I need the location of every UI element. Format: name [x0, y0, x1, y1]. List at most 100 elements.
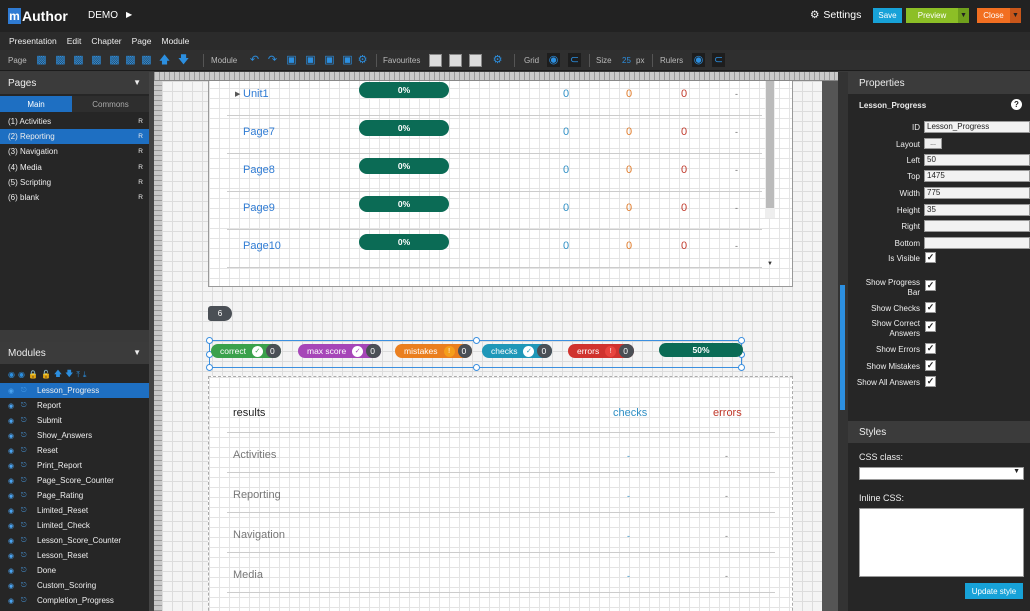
shape-module-icon[interactable] [449, 54, 462, 67]
lock-icon[interactable]: ⎋ [21, 552, 31, 560]
page-settings-icon[interactable]: ▩ [140, 53, 153, 67]
menu-presentation[interactable]: Presentation [9, 36, 57, 46]
close-button[interactable]: Close [977, 8, 1010, 23]
move-down-icon[interactable]: 🡇 [65, 368, 73, 382]
eye-icon[interactable]: ◉ [8, 432, 21, 440]
top-input[interactable]: 1475 [924, 170, 1030, 182]
is-visible-checkbox[interactable]: ✓ [925, 252, 936, 263]
canvas-scrollbar[interactable] [822, 81, 838, 611]
rulers-visibility-icon[interactable]: ◉ [692, 53, 705, 67]
resize-handle[interactable] [473, 364, 480, 371]
layout-button[interactable]: ... [924, 138, 942, 149]
report-row[interactable]: ▶ Unit1 0% 0 0 0 - [227, 81, 762, 116]
report-row[interactable]: Page8 0% 0 0 0 - [227, 154, 762, 192]
lock-icon[interactable]: ⎋ [21, 567, 31, 575]
summary-row[interactable]: Navigation - - [227, 513, 775, 553]
page-item[interactable]: (5) Scripting R [0, 175, 149, 190]
menu-edit[interactable]: Edit [67, 36, 82, 46]
module-item[interactable]: ◉ ⎋ Limited_Reset [0, 503, 149, 518]
bottom-input[interactable] [924, 237, 1030, 249]
module-item[interactable]: ◉ ⎋ Show_Answers [0, 428, 149, 443]
project-arrow-icon[interactable]: ▶ [126, 10, 132, 19]
module-item[interactable]: ◉ ⎋ Page_Rating [0, 488, 149, 503]
expand-icon[interactable]: ▶ [235, 90, 240, 98]
collapse-icon[interactable]: ▼ [133, 348, 141, 357]
show-mistakes-checkbox[interactable]: ✓ [925, 360, 936, 371]
hide-all-icon[interactable]: ◉ [18, 370, 25, 379]
show-checks-checkbox[interactable]: ✓ [925, 302, 936, 313]
summary-report-module[interactable]: results checks errors Activities - - Rep… [208, 376, 793, 611]
group-icon[interactable]: ▣ [285, 53, 298, 67]
lock-icon[interactable]: ⎋ [21, 522, 31, 530]
save-button[interactable]: Save [873, 8, 902, 23]
module-item[interactable]: ◉ ⎋ Lesson_Progress [0, 383, 149, 398]
arrange-icon[interactable]: ▣ [323, 53, 336, 67]
modules-panel-header[interactable]: Modules ▼ [0, 342, 149, 364]
paste-page-icon[interactable]: ▩ [90, 53, 103, 67]
summary-row[interactable]: Activities - - [227, 433, 775, 473]
tab-commons[interactable]: Commons [72, 96, 149, 112]
page-item[interactable]: (2) Reporting R [0, 129, 149, 145]
move-up-icon[interactable]: 🡅 [54, 368, 62, 382]
undo-icon[interactable]: ↶ [248, 53, 261, 67]
lock-icon[interactable]: ⎋ [21, 582, 31, 590]
page-canvas[interactable]: ▶ Unit1 0% 0 0 0 - Page7 0% 0 0 0 - Page… [162, 81, 822, 611]
add-page-icon[interactable]: ▩ [35, 53, 48, 67]
eye-icon[interactable]: ◉ [8, 477, 21, 485]
grid-visibility-icon[interactable]: ◉ [547, 53, 560, 67]
resize-handle[interactable] [473, 337, 480, 344]
lock-icon[interactable]: ⎋ [21, 462, 31, 470]
summary-row[interactable]: Reporting - - [227, 473, 775, 513]
resize-handle[interactable] [206, 337, 213, 344]
report-row[interactable]: Page9 0% 0 0 0 - [227, 192, 762, 230]
update-style-button[interactable]: Update style [965, 583, 1023, 599]
resize-handle[interactable] [738, 364, 745, 371]
eye-icon[interactable]: ◉ [8, 597, 21, 605]
report-scroll-thumb[interactable] [766, 81, 774, 208]
lock-icon[interactable]: ⎋ [21, 432, 31, 440]
close-dropdown-icon[interactable]: ▼ [1010, 8, 1021, 23]
menu-module[interactable]: Module [162, 36, 190, 46]
page-item[interactable]: (1) Activities R [0, 114, 149, 129]
width-input[interactable]: 775 [924, 187, 1030, 199]
rulers-snap-icon[interactable]: ⊂ [712, 53, 725, 67]
module-item[interactable]: ◉ ⎋ Submit [0, 413, 149, 428]
redo-icon[interactable]: ↷ [266, 53, 279, 67]
eye-icon[interactable]: ◉ [8, 552, 21, 560]
lock-all-icon[interactable]: 🔒 [28, 370, 38, 379]
eye-icon[interactable]: ◉ [8, 462, 21, 470]
lock-icon[interactable]: ⎋ [21, 477, 31, 485]
grid-snap-icon[interactable]: ⊂ [568, 53, 581, 67]
duplicate-page-icon[interactable]: ▩ [108, 53, 121, 67]
eye-icon[interactable]: ◉ [8, 567, 21, 575]
module-item[interactable]: ◉ ⎋ Completion_Progress [0, 593, 149, 608]
move-top-icon[interactable]: ⤒ [76, 370, 80, 380]
distribute-icon[interactable]: ▣ [341, 53, 354, 67]
module-item[interactable]: ◉ ⎋ Reset [0, 443, 149, 458]
show-errors-checkbox[interactable]: ✓ [925, 343, 936, 354]
eye-icon[interactable]: ◉ [8, 387, 21, 395]
project-name[interactable]: DEMO [88, 10, 118, 21]
page-item[interactable]: (3) Navigation R [0, 144, 149, 159]
show-all-answers-checkbox[interactable]: ✓ [925, 376, 936, 387]
page-item[interactable]: (4) Media R [0, 160, 149, 175]
eye-icon[interactable]: ◉ [8, 417, 21, 425]
move-up-icon[interactable]: 🡅 [158, 53, 171, 67]
height-input[interactable]: 35 [924, 204, 1030, 216]
copy-page-icon[interactable]: ▩ [72, 53, 85, 67]
lock-icon[interactable]: ⎋ [21, 417, 31, 425]
eye-icon[interactable]: ◉ [8, 402, 21, 410]
text-module-icon[interactable] [469, 54, 482, 67]
report-row-name[interactable]: Page10 [243, 240, 281, 252]
lock-icon[interactable]: ⎋ [21, 402, 31, 410]
eye-icon[interactable]: ◉ [8, 492, 21, 500]
show-progress-bar-checkbox[interactable]: ✓ [925, 280, 936, 291]
report-row[interactable]: Page10 0% 0 0 0 - [227, 230, 762, 268]
move-down-icon[interactable]: 🡇 [177, 53, 190, 67]
lock-icon[interactable]: ⎋ [21, 507, 31, 515]
report-row-name[interactable]: Page9 [243, 202, 275, 214]
left-input[interactable]: 50 [924, 154, 1030, 166]
id-input[interactable]: Lesson_Progress [924, 121, 1030, 133]
module-item[interactable]: ◉ ⎋ Lesson_Score_Counter [0, 533, 149, 548]
unlock-all-icon[interactable]: 🔓 [41, 370, 51, 379]
